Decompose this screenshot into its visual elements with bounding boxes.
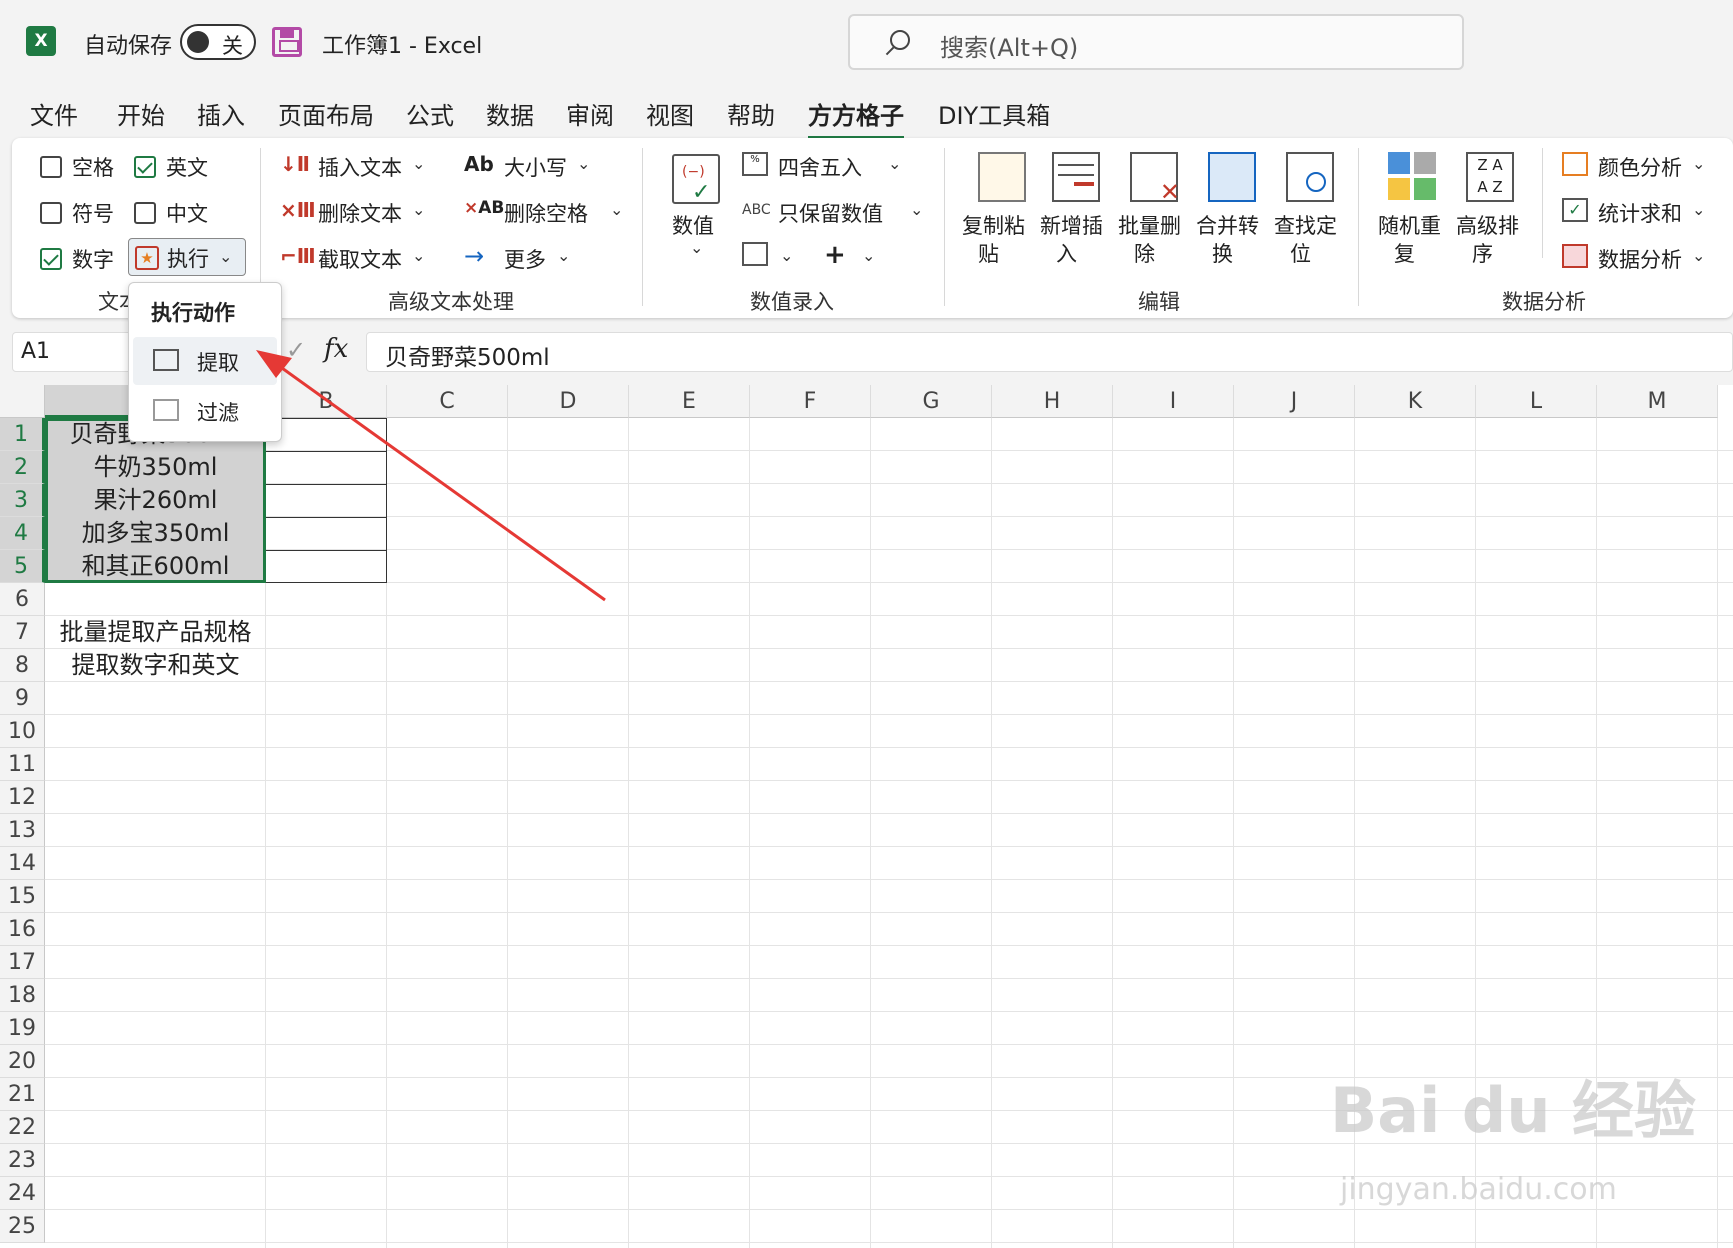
baidu-watermark-url: jingyan.baidu.com (1340, 1172, 1617, 1207)
baidu-watermark: Bai du 经验 (1330, 1074, 1697, 1147)
